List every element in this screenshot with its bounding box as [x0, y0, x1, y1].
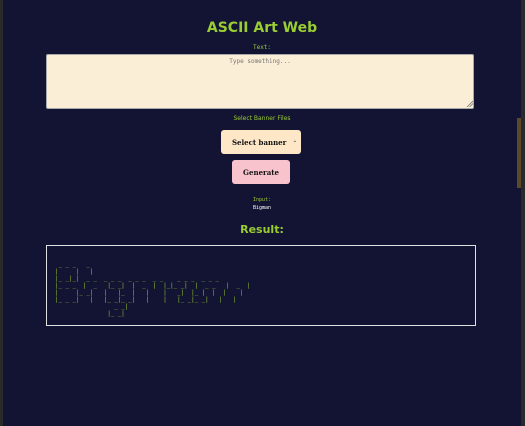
generate-button-label: Generate [243, 167, 279, 177]
generate-button[interactable]: Generate [232, 160, 290, 184]
banner-select-value: Select banner [232, 137, 287, 147]
resize-grip-icon[interactable] [466, 100, 473, 107]
result-heading: Result: [240, 223, 284, 236]
chevron-down-icon: ⌄ [292, 138, 297, 144]
edge-decoration [517, 118, 521, 188]
banner-select[interactable]: Select banner ⌄ [221, 130, 301, 154]
app-window: ASCII Art Web Text: Select Banner Files … [3, 0, 521, 426]
text-input[interactable] [46, 54, 474, 109]
input-echo-label: Input: [252, 197, 272, 203]
banner-label: Select Banner Files [233, 115, 291, 122]
page-title: ASCII Art Web [206, 20, 318, 36]
text-label: Text: [252, 44, 272, 51]
ascii-art-output: _ _ _ _ | | | |_ _|_| _ _ _ _ _ _ _ _ _ … [55, 262, 251, 317]
result-box: _ _ _ _ | | | |_ _|_| _ _ _ _ _ _ _ _ _ … [46, 245, 476, 326]
input-echo-value: Bigman [252, 205, 272, 211]
